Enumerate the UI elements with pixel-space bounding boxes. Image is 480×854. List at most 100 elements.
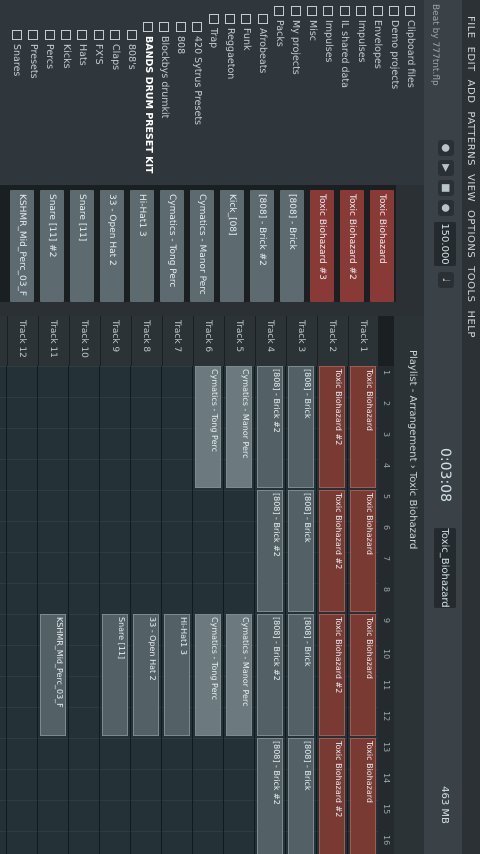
browser-item[interactable]: Impulses [354, 0, 369, 191]
menu-help[interactable]: HELP [466, 306, 477, 341]
pattern-clip[interactable]: [808] - Brick [288, 490, 314, 612]
track-name[interactable]: Track 9 [100, 316, 130, 366]
pattern-clip[interactable]: Cymatics - Tong Perc [195, 366, 221, 488]
browser-item[interactable]: Presets [26, 0, 41, 215]
record-button[interactable]: ● [438, 200, 454, 216]
track-name[interactable]: Track 10 [69, 316, 99, 366]
pattern-clip[interactable]: 33 - Open Hat 2 [133, 614, 159, 736]
channel-button[interactable]: [808] - Brick #2 [250, 190, 274, 302]
browser-item[interactable]: FX'S [91, 0, 106, 215]
menu-add[interactable]: ADD [466, 76, 477, 108]
browser-item[interactable]: Reggaeton [223, 0, 238, 199]
track-divider [130, 366, 131, 854]
metronome-icon[interactable]: ♩ [438, 272, 454, 288]
menu-bar: FILE EDIT ADD PATTERNS VIEW OPTIONS TOOL… [462, 0, 480, 854]
browser-item[interactable]: Misc [305, 0, 320, 191]
menu-edit[interactable]: EDIT [466, 43, 477, 76]
track-name[interactable]: Track 8 [131, 316, 161, 366]
pattern-clip[interactable]: Snare [11] [102, 614, 128, 736]
channel-button[interactable]: Cymatics - Tong Perc [160, 190, 184, 302]
browser-item[interactable]: Hats [75, 0, 90, 215]
track-name[interactable]: Track 7 [162, 316, 192, 366]
pattern-clip[interactable]: Toxic Biohazard [350, 614, 376, 736]
menu-view[interactable]: VIEW [466, 170, 477, 206]
pattern-clip[interactable]: Toxic Biohazard #2 [319, 366, 345, 488]
browser-item[interactable]: IL shared data [337, 0, 352, 191]
channel-button[interactable]: [808] - Brick [280, 190, 304, 302]
bar-number: 1 [382, 370, 391, 376]
pattern-clip[interactable]: [808] - Brick [288, 614, 314, 736]
folder-icon [11, 30, 22, 40]
channel-button[interactable]: Cymatics - Manor Perc [190, 190, 214, 302]
tempo-display[interactable]: 150.000 [434, 222, 456, 266]
browser-item[interactable]: Demo projects [387, 0, 402, 191]
menu-file[interactable]: FILE [466, 12, 477, 43]
pattern-clip[interactable]: Toxic Biohazard #2 [319, 490, 345, 612]
pattern-clip[interactable]: Cymatics - Manor Perc [226, 366, 252, 488]
browser-item[interactable]: Clipboard files [403, 0, 418, 191]
track-name[interactable]: Track 3 [286, 316, 316, 366]
track-name[interactable]: Track 2 [317, 316, 347, 366]
browser-item[interactable]: Kicks [59, 0, 74, 215]
track-name[interactable]: Track 1 [348, 316, 378, 366]
menu-patterns[interactable]: PATTERNS [466, 107, 477, 170]
folder-icon [356, 6, 367, 16]
channel-button[interactable]: 33 - Open Hat 2 [100, 190, 124, 302]
channel-button[interactable]: KSHMR_Mid_Perc_03_F [10, 190, 34, 302]
playlist-grid[interactable]: Toxic Biohazard Toxic Biohazard Toxic Bioh… [0, 366, 378, 854]
pattern-clip[interactable]: Toxic Biohazard #2 [319, 614, 345, 736]
track-name[interactable]: Track 12 [7, 316, 37, 366]
channel-button[interactable]: Toxic Biohazard #2 [340, 190, 364, 302]
pattern-clip[interactable]: Toxic Biohazard [350, 738, 376, 854]
browser-item[interactable]: My projects [288, 0, 303, 191]
browser-item[interactable]: Percs [42, 0, 57, 215]
browser-item[interactable]: Funk [239, 0, 254, 199]
pattern-clip[interactable]: Toxic Biohazard [350, 490, 376, 612]
bar-number: 4 [382, 463, 391, 469]
folder-icon [339, 6, 350, 16]
track-name[interactable]: Track 5 [224, 316, 254, 366]
pattern-clip[interactable]: Cymatics - Manor Perc [226, 614, 252, 736]
channel-button[interactable]: Hi-Hat1 3 [130, 190, 154, 302]
pattern-clip[interactable]: Toxic Biohazard #2 [319, 738, 345, 854]
pattern-clip[interactable]: Cymatics - Tong Perc [195, 614, 221, 736]
browser-item[interactable]: Afrobeats [255, 0, 270, 199]
channel-button[interactable]: Snare [11] [70, 190, 94, 302]
pattern-clip[interactable]: KSHMR_Mid_Perc_03_F [40, 614, 66, 736]
pat-song-toggle[interactable]: ● [438, 140, 454, 156]
channel-button[interactable]: Toxic Biohazard [370, 190, 394, 302]
pattern-clip[interactable]: [808] - Brick #2 [257, 738, 283, 854]
browser-item[interactable]: 808's [124, 0, 139, 215]
browser-item[interactable]: Impulses [321, 0, 336, 191]
pattern-clip[interactable]: Hi-Hat1 3 [164, 614, 190, 736]
track-name[interactable]: Track 4 [255, 316, 285, 366]
menu-tools[interactable]: TOOLS [466, 262, 477, 306]
stop-button[interactable]: ■ [438, 180, 454, 196]
browser-item[interactable]: Packs [272, 0, 287, 191]
browser-item-label: Trap [208, 28, 220, 49]
pattern-selector[interactable]: Toxic_Biohazard [434, 528, 456, 608]
play-button[interactable]: ▶ [438, 160, 454, 176]
menu-options[interactable]: OPTIONS [466, 206, 477, 262]
browser-item[interactable]: BANDS DRUM PRESET KIT [141, 0, 156, 207]
channel-button[interactable]: Toxic Biohazard #3 [310, 190, 334, 302]
pattern-clip[interactable]: [808] - Brick #2 [257, 366, 283, 488]
track-name[interactable]: Track 11 [38, 316, 68, 366]
pattern-clip[interactable]: [808] - Brick #2 [257, 490, 283, 612]
browser-item[interactable]: Blockbys drumkit [157, 0, 172, 207]
channel-button[interactable]: Kick_[08] [220, 190, 244, 302]
browser-item[interactable]: Claps [108, 0, 123, 215]
memory-display: 463 MB [439, 786, 451, 824]
browser-item[interactable]: 420 Sytrus Presets [190, 0, 205, 207]
track-name[interactable]: Track 6 [193, 316, 223, 366]
browser-item[interactable]: Trap [206, 0, 221, 199]
channel-button[interactable]: Snare [11] #2 [40, 190, 64, 302]
pattern-clip[interactable]: Toxic Biohazard [350, 366, 376, 488]
browser-item[interactable]: Envelopes [370, 0, 385, 191]
pattern-clip[interactable]: [808] - Brick [288, 738, 314, 854]
pattern-clip[interactable]: [808] - Brick [288, 366, 314, 488]
browser-item[interactable]: 808 [173, 0, 188, 207]
pattern-clip[interactable]: [808] - Brick #2 [257, 614, 283, 736]
browser-item[interactable]: Snares [9, 0, 24, 215]
timeline-ruler[interactable]: 1 2 3 4 5 6 7 8 9 10 11 12 13 14 15 16 [378, 366, 394, 854]
